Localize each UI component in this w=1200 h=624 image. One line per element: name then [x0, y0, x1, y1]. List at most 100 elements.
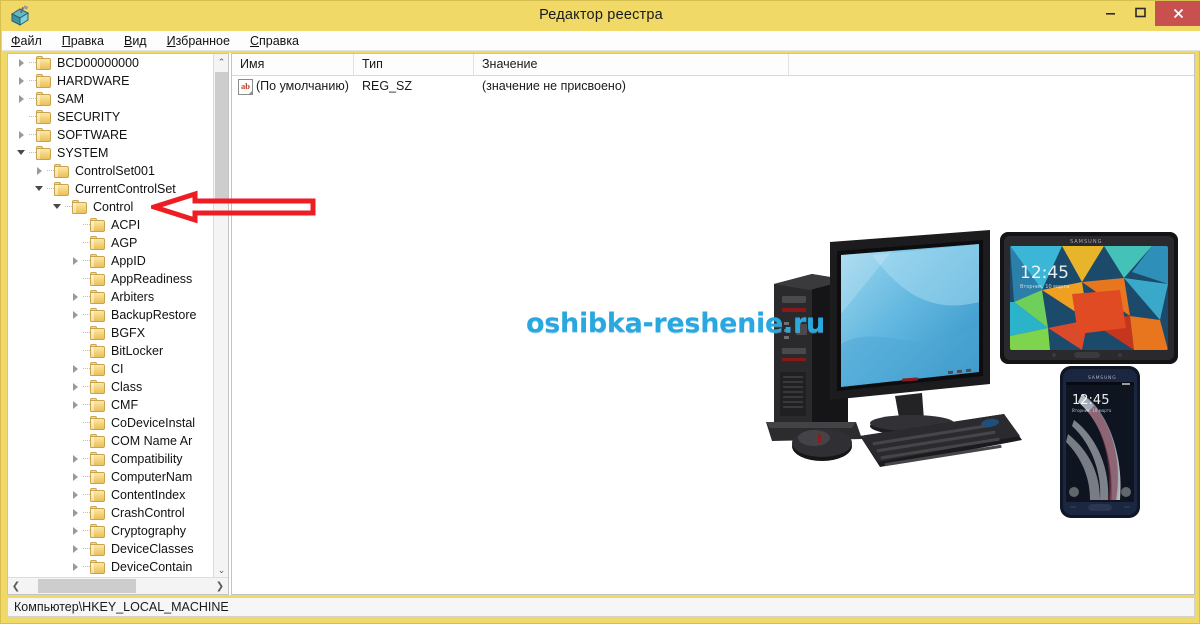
tree-item-devicecontain[interactable]: DeviceContain — [8, 558, 213, 576]
value-type-cell[interactable]: REG_SZ — [354, 76, 474, 96]
menu-item-view[interactable]: Вид — [124, 34, 147, 48]
chevron-right-icon[interactable] — [16, 126, 36, 144]
scroll-left-button[interactable]: ❮ — [8, 578, 24, 594]
tree-item-codeviceinstal[interactable]: CoDeviceInstal — [8, 414, 213, 432]
tree-item-controlset001[interactable]: ControlSet001 — [8, 162, 213, 180]
column-header-name[interactable]: Имя — [232, 54, 354, 75]
tree-item-backuprestore[interactable]: BackupRestore — [8, 306, 213, 324]
table-row[interactable]: ab (По умолчанию) REG_SZ (значение не пр… — [232, 76, 1194, 96]
chevron-right-icon[interactable] — [70, 504, 90, 522]
ab-icon-fold — [248, 90, 253, 95]
tree-item-crashcontrol[interactable]: CrashControl — [8, 504, 213, 522]
column-header-value[interactable]: Значение — [474, 54, 789, 75]
folder-icon — [72, 200, 88, 214]
chevron-right-icon[interactable] — [16, 90, 36, 108]
tree-item-arbiters[interactable]: Arbiters — [8, 288, 213, 306]
device-illustration: 12:45 Вторник, 10 марта SAMSUNG 12:45 Вт… — [752, 224, 1194, 544]
tree-item-software[interactable]: SOFTWARE — [8, 126, 213, 144]
menu-item-favorites[interactable]: Избранное — [167, 34, 230, 48]
minimize-button[interactable] — [1095, 1, 1125, 30]
tree-item-label: Control — [93, 200, 134, 214]
folder-icon — [90, 326, 106, 340]
vertical-scroll-thumb[interactable] — [215, 72, 228, 200]
svg-text:Вторник, 10 марта: Вторник, 10 марта — [1072, 408, 1112, 413]
folder-icon — [90, 290, 106, 304]
chevron-right-icon[interactable] — [70, 288, 90, 306]
tree-line — [70, 216, 90, 234]
chevron-down-icon[interactable] — [34, 180, 54, 198]
chevron-right-icon[interactable] — [34, 162, 54, 180]
tree-item-cryptography[interactable]: Cryptography — [8, 522, 213, 540]
menu-accel-edit: П — [61, 33, 71, 48]
tree-line — [70, 270, 90, 288]
tree-item-ci[interactable]: CI — [8, 360, 213, 378]
chevron-right-icon[interactable] — [70, 378, 90, 396]
tree-item-contentindex[interactable]: ContentIndex — [8, 486, 213, 504]
chevron-right-icon[interactable] — [70, 396, 90, 414]
column-header-type[interactable]: Тип — [354, 54, 474, 75]
registry-tree[interactable]: BCD00000000 HARDWARE SAM SECURITY SOFTWARE SY… — [8, 54, 213, 578]
tree-item-label: DeviceContain — [111, 560, 193, 574]
folder-icon — [90, 470, 106, 484]
tree-horizontal-scrollbar[interactable]: ❮ ❯ — [8, 577, 228, 594]
tree-item-cmf[interactable]: CMF — [8, 396, 213, 414]
tree-item-label: DeviceClasses — [111, 542, 194, 556]
tree-line — [70, 324, 90, 342]
chevron-right-icon[interactable] — [70, 360, 90, 378]
svg-text:12:45: 12:45 — [1020, 263, 1069, 283]
tree-item-agp[interactable]: AGP — [8, 234, 213, 252]
tree-item-compatibility[interactable]: Compatibility — [8, 450, 213, 468]
ab-string-icon: ab — [238, 79, 253, 95]
scroll-right-button[interactable]: ❯ — [212, 578, 228, 594]
tree-item-bcd00000000[interactable]: BCD00000000 — [8, 54, 213, 72]
menu-accel-file: Ф — [11, 33, 21, 48]
values-column-header: Имя Тип Значение — [232, 54, 1194, 76]
tree-item-bgfx[interactable]: BGFX — [8, 324, 213, 342]
folder-icon — [36, 110, 52, 124]
folder-icon — [90, 452, 106, 466]
value-name-cell[interactable]: ab (По умолчанию) — [232, 76, 354, 96]
chevron-right-icon[interactable] — [70, 306, 90, 324]
tree-item-security[interactable]: SECURITY — [8, 108, 213, 126]
tree-item-com-name-ar[interactable]: COM Name Ar — [8, 432, 213, 450]
svg-text:Вторник, 10 марта: Вторник, 10 марта — [1020, 284, 1069, 290]
maximize-button[interactable] — [1125, 1, 1155, 24]
chevron-down-icon[interactable] — [52, 198, 72, 216]
smartphone: 12:45 Вторник, 10 марта SAMSUNG — [1060, 366, 1140, 518]
tree-item-computernam[interactable]: ComputerNam — [8, 468, 213, 486]
menu-item-file[interactable]: Файл — [11, 34, 42, 48]
chevron-right-icon[interactable] — [70, 252, 90, 270]
tree-item-hardware[interactable]: HARDWARE — [8, 72, 213, 90]
chevron-right-icon[interactable] — [16, 72, 36, 90]
tree-item-bitlocker[interactable]: BitLocker — [8, 342, 213, 360]
chevron-right-icon[interactable] — [70, 450, 90, 468]
chevron-right-icon[interactable] — [70, 486, 90, 504]
menu-item-edit[interactable]: Правка — [62, 34, 104, 48]
menu-item-help[interactable]: Справка — [250, 34, 299, 48]
tree-item-label: BackupRestore — [111, 308, 197, 322]
folder-icon — [36, 74, 52, 88]
tree-item-class[interactable]: Class — [8, 378, 213, 396]
menu-rest-file: айл — [20, 33, 42, 48]
horizontal-scroll-thumb[interactable] — [38, 579, 136, 593]
chevron-down-icon[interactable] — [16, 144, 36, 162]
chevron-right-icon[interactable] — [70, 522, 90, 540]
chevron-right-icon[interactable] — [16, 54, 36, 72]
tree-item-system[interactable]: SYSTEM — [8, 144, 213, 162]
tree-item-sam[interactable]: SAM — [8, 90, 213, 108]
scroll-down-button[interactable]: ⌄ — [214, 562, 228, 578]
tree-item-label: AppReadiness — [111, 272, 193, 286]
chevron-right-icon[interactable] — [70, 540, 90, 558]
tree-item-appreadiness[interactable]: AppReadiness — [8, 270, 213, 288]
tablet: 12:45 Вторник, 10 марта SAMSUNG — [1000, 232, 1178, 364]
tree-item-appid[interactable]: AppID — [8, 252, 213, 270]
tree-item-label: COM Name Ar — [111, 434, 193, 448]
value-data-cell[interactable]: (значение не присвоено) — [474, 76, 874, 96]
tree-vertical-scrollbar[interactable]: ⌃ ⌄ — [213, 54, 228, 578]
chevron-right-icon[interactable] — [70, 468, 90, 486]
scroll-up-button[interactable]: ⌃ — [214, 54, 228, 70]
chevron-right-icon[interactable] — [70, 558, 90, 576]
close-button[interactable] — [1155, 1, 1200, 26]
tree-item-deviceclasses[interactable]: DeviceClasses — [8, 540, 213, 558]
tree-line — [70, 234, 90, 252]
